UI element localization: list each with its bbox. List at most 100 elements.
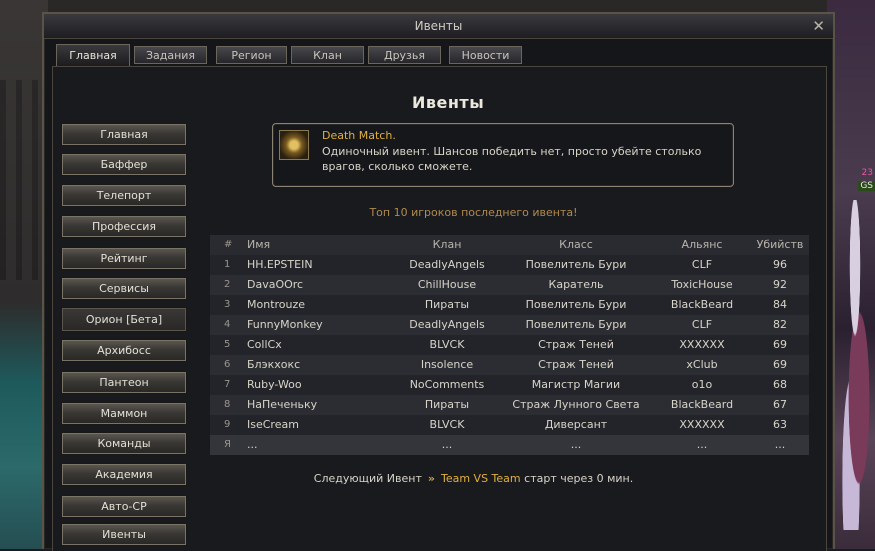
sidebar-item-auto-cp[interactable]: Авто-CP xyxy=(61,495,187,518)
next-event-start: старт через 0 мин. xyxy=(524,472,634,485)
tab-region[interactable]: Регион xyxy=(216,46,287,64)
cell-name: CollCx xyxy=(247,338,282,351)
table-row[interactable]: 9 IseCream BLVCK Диверсант XXXXXX 63 xyxy=(210,415,809,435)
cell-kills: 63 xyxy=(773,418,787,431)
game-background-left xyxy=(0,0,48,549)
cell-kills: 68 xyxy=(773,378,787,391)
header-name: Имя xyxy=(247,238,271,251)
cell-clan: DeadlyAngels xyxy=(409,258,485,271)
cell-number: 6 xyxy=(224,359,231,370)
cell-clan: BLVCK xyxy=(429,418,465,431)
cell-number: 2 xyxy=(224,279,231,290)
cell-class: Каратель xyxy=(548,278,604,291)
cell-name: Montrouze xyxy=(247,298,306,311)
cell-kills: 96 xyxy=(773,258,787,271)
cell-kills: 92 xyxy=(773,278,787,291)
cell-alliance: o1o xyxy=(691,378,713,391)
character-level: 23 xyxy=(861,168,873,178)
cell-class: Повелитель Бури xyxy=(525,258,627,271)
window-title: Ивенты xyxy=(414,19,463,33)
sidebar-item-main[interactable]: Главная xyxy=(61,123,187,146)
cell-class: ... xyxy=(570,438,582,451)
cell-class: Страж Теней xyxy=(538,358,614,371)
sidebar-item-rating[interactable]: Рейтинг xyxy=(61,247,187,270)
cell-clan: NoComments xyxy=(409,378,485,391)
cell-alliance: BlackBeard xyxy=(670,298,734,311)
cell-clan: DeadlyAngels xyxy=(409,318,485,331)
cell-alliance: ToxicHouse xyxy=(671,278,733,291)
leaderboard-table: # Имя Клан Класс Альянс Убийств 1 HH.EPST… xyxy=(210,235,809,455)
table-row[interactable]: 6 Блэкхокс Insolence Страж Теней xClub 69 xyxy=(210,355,809,375)
table-row[interactable]: 1 HH.EPSTEIN DeadlyAngels Повелитель Бури CL… xyxy=(210,255,809,275)
cell-kills: 69 xyxy=(773,338,787,351)
double-chevron-icon: » xyxy=(427,472,435,485)
character-figure[interactable] xyxy=(835,200,875,530)
cell-alliance: CLF xyxy=(691,318,713,331)
sidebar-item-buffer[interactable]: Баффер xyxy=(61,153,187,176)
table-row[interactable]: 8 НаПеченьку Пираты Страж Лунного Света Blac… xyxy=(210,395,809,415)
table-row[interactable]: 3 Montrouze Пираты Повелитель Бури BlackBear… xyxy=(210,295,809,315)
sidebar-item-teams[interactable]: Команды xyxy=(61,432,187,455)
cell-class: Диверсант xyxy=(544,418,608,431)
cell-class: Повелитель Бури xyxy=(525,298,627,311)
sidebar-item-profession[interactable]: Профессия xyxy=(61,215,187,238)
cell-number: 7 xyxy=(224,379,231,390)
cell-alliance: CLF xyxy=(691,258,713,271)
cell-number: 1 xyxy=(224,259,231,270)
cell-class: Магистр Магии xyxy=(531,378,621,391)
sidebar-item-teleport[interactable]: Телепорт xyxy=(61,184,187,207)
top10-caption: Топ 10 игроков последнего ивента! xyxy=(369,206,578,219)
cell-class: Страж Лунного Света xyxy=(512,398,640,411)
cell-kills: 67 xyxy=(773,398,787,411)
window-titlebar[interactable]: Ивенты ✕ xyxy=(44,14,833,39)
cell-number: 8 xyxy=(224,399,231,410)
tab-quests[interactable]: Задания xyxy=(134,46,207,64)
cell-clan: Insolence xyxy=(420,358,474,371)
cell-clan: Пираты xyxy=(424,298,470,311)
cell-kills: 84 xyxy=(773,298,787,311)
cell-number: 9 xyxy=(224,419,231,430)
close-icon[interactable]: ✕ xyxy=(812,17,825,35)
cell-kills: ... xyxy=(774,438,786,451)
cell-alliance: BlackBeard xyxy=(670,398,734,411)
sidebar-item-orion[interactable]: Орион [Бета] xyxy=(61,307,187,332)
event-description: Одиночный ивент. Шансов победить нет, пр… xyxy=(322,145,702,173)
cell-number: 4 xyxy=(224,319,231,330)
game-background-top xyxy=(48,0,828,12)
table-row[interactable]: 5 CollCx BLVCK Страж Теней XXXXXX 69 xyxy=(210,335,809,355)
event-name: Death Match. xyxy=(322,129,396,142)
tab-main[interactable]: Главная xyxy=(56,44,130,66)
tab-news[interactable]: Новости xyxy=(449,46,522,64)
next-event-name[interactable]: Team VS Team xyxy=(441,472,521,485)
next-event-line: Следующий Ивент » Team VS Team старт через… xyxy=(44,472,833,485)
cell-name: Блэкхокс xyxy=(247,358,301,371)
sidebar-item-mammon[interactable]: Маммон xyxy=(61,402,187,425)
cell-number: 3 xyxy=(224,299,231,310)
events-window: Ивенты ✕ Главная Задания Регион Клан Дру… xyxy=(42,12,835,551)
table-header: # Имя Клан Класс Альянс Убийств xyxy=(210,235,809,255)
header-number: # xyxy=(224,239,233,250)
sidebar-item-services[interactable]: Сервисы xyxy=(61,277,187,300)
next-event-label: Следующий Ивент xyxy=(313,472,422,485)
event-info-box: Death Match. Одиночный ивент. Шансов поб… xyxy=(272,123,734,187)
cell-name: FunnyMonkey xyxy=(247,318,323,331)
sidebar-item-pantheon[interactable]: Пантеон xyxy=(61,371,187,394)
cell-class: Страж Теней xyxy=(538,338,614,351)
table-row[interactable]: Я............... xyxy=(210,435,809,455)
character-tag: GS xyxy=(858,181,875,191)
header-class: Класс xyxy=(559,238,593,251)
table-row[interactable]: 4 FunnyMonkey DeadlyAngels Повелитель Бури C… xyxy=(210,315,809,335)
cell-name: Ruby-Woo xyxy=(247,378,302,391)
table-row[interactable]: 2 DavaOOrc ChillHouse Каратель ToxicHouse 92 xyxy=(210,275,809,295)
tab-friends[interactable]: Друзья xyxy=(368,46,441,64)
cell-name: HH.EPSTEIN xyxy=(247,258,313,271)
cell-class: Повелитель Бури xyxy=(525,318,627,331)
sidebar-item-events[interactable]: Ивенты xyxy=(61,523,187,546)
cell-alliance: XXXXXX xyxy=(679,418,725,431)
table-row[interactable]: 7 Ruby-Woo NoComments Магистр Магии o1o 68 xyxy=(210,375,809,395)
cell-kills: 69 xyxy=(773,358,787,371)
sidebar-item-archboss[interactable]: Архибосс xyxy=(61,339,187,362)
tab-clan[interactable]: Клан xyxy=(291,46,364,64)
cell-alliance: xClub xyxy=(686,358,718,371)
cell-alliance: XXXXXX xyxy=(679,338,725,351)
